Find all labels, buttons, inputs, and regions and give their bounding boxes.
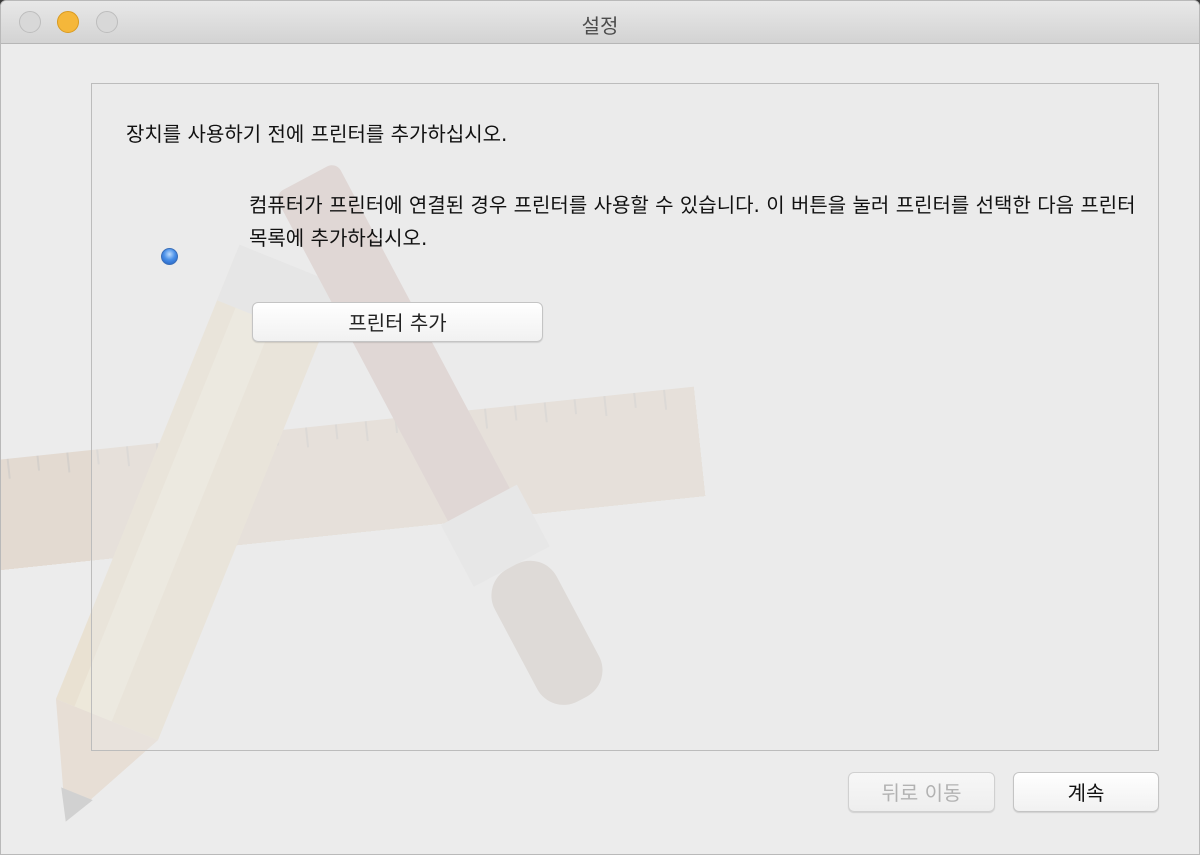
back-button[interactable]: 뒤로 이동: [848, 772, 995, 812]
description-text: 컴퓨터가 프린터에 연결된 경우 프린터를 사용할 수 있습니다. 이 버튼을 …: [249, 193, 1136, 250]
content-panel: [91, 83, 1159, 751]
continue-button[interactable]: 계속: [1013, 772, 1159, 812]
window-title: 설정: [581, 14, 619, 38]
radio-selected-icon[interactable]: [161, 248, 178, 265]
setup-window: 설정 장치를 사용하기 전에 프린터를 추가하십시오. 컴퓨터가 프린터에 연결…: [0, 0, 1200, 855]
title-bar: 설정: [1, 1, 1199, 44]
page-heading: 장치를 사용하기 전에 프린터를 추가하십시오.: [126, 122, 508, 146]
add-printer-button[interactable]: 프린터 추가: [252, 302, 543, 342]
